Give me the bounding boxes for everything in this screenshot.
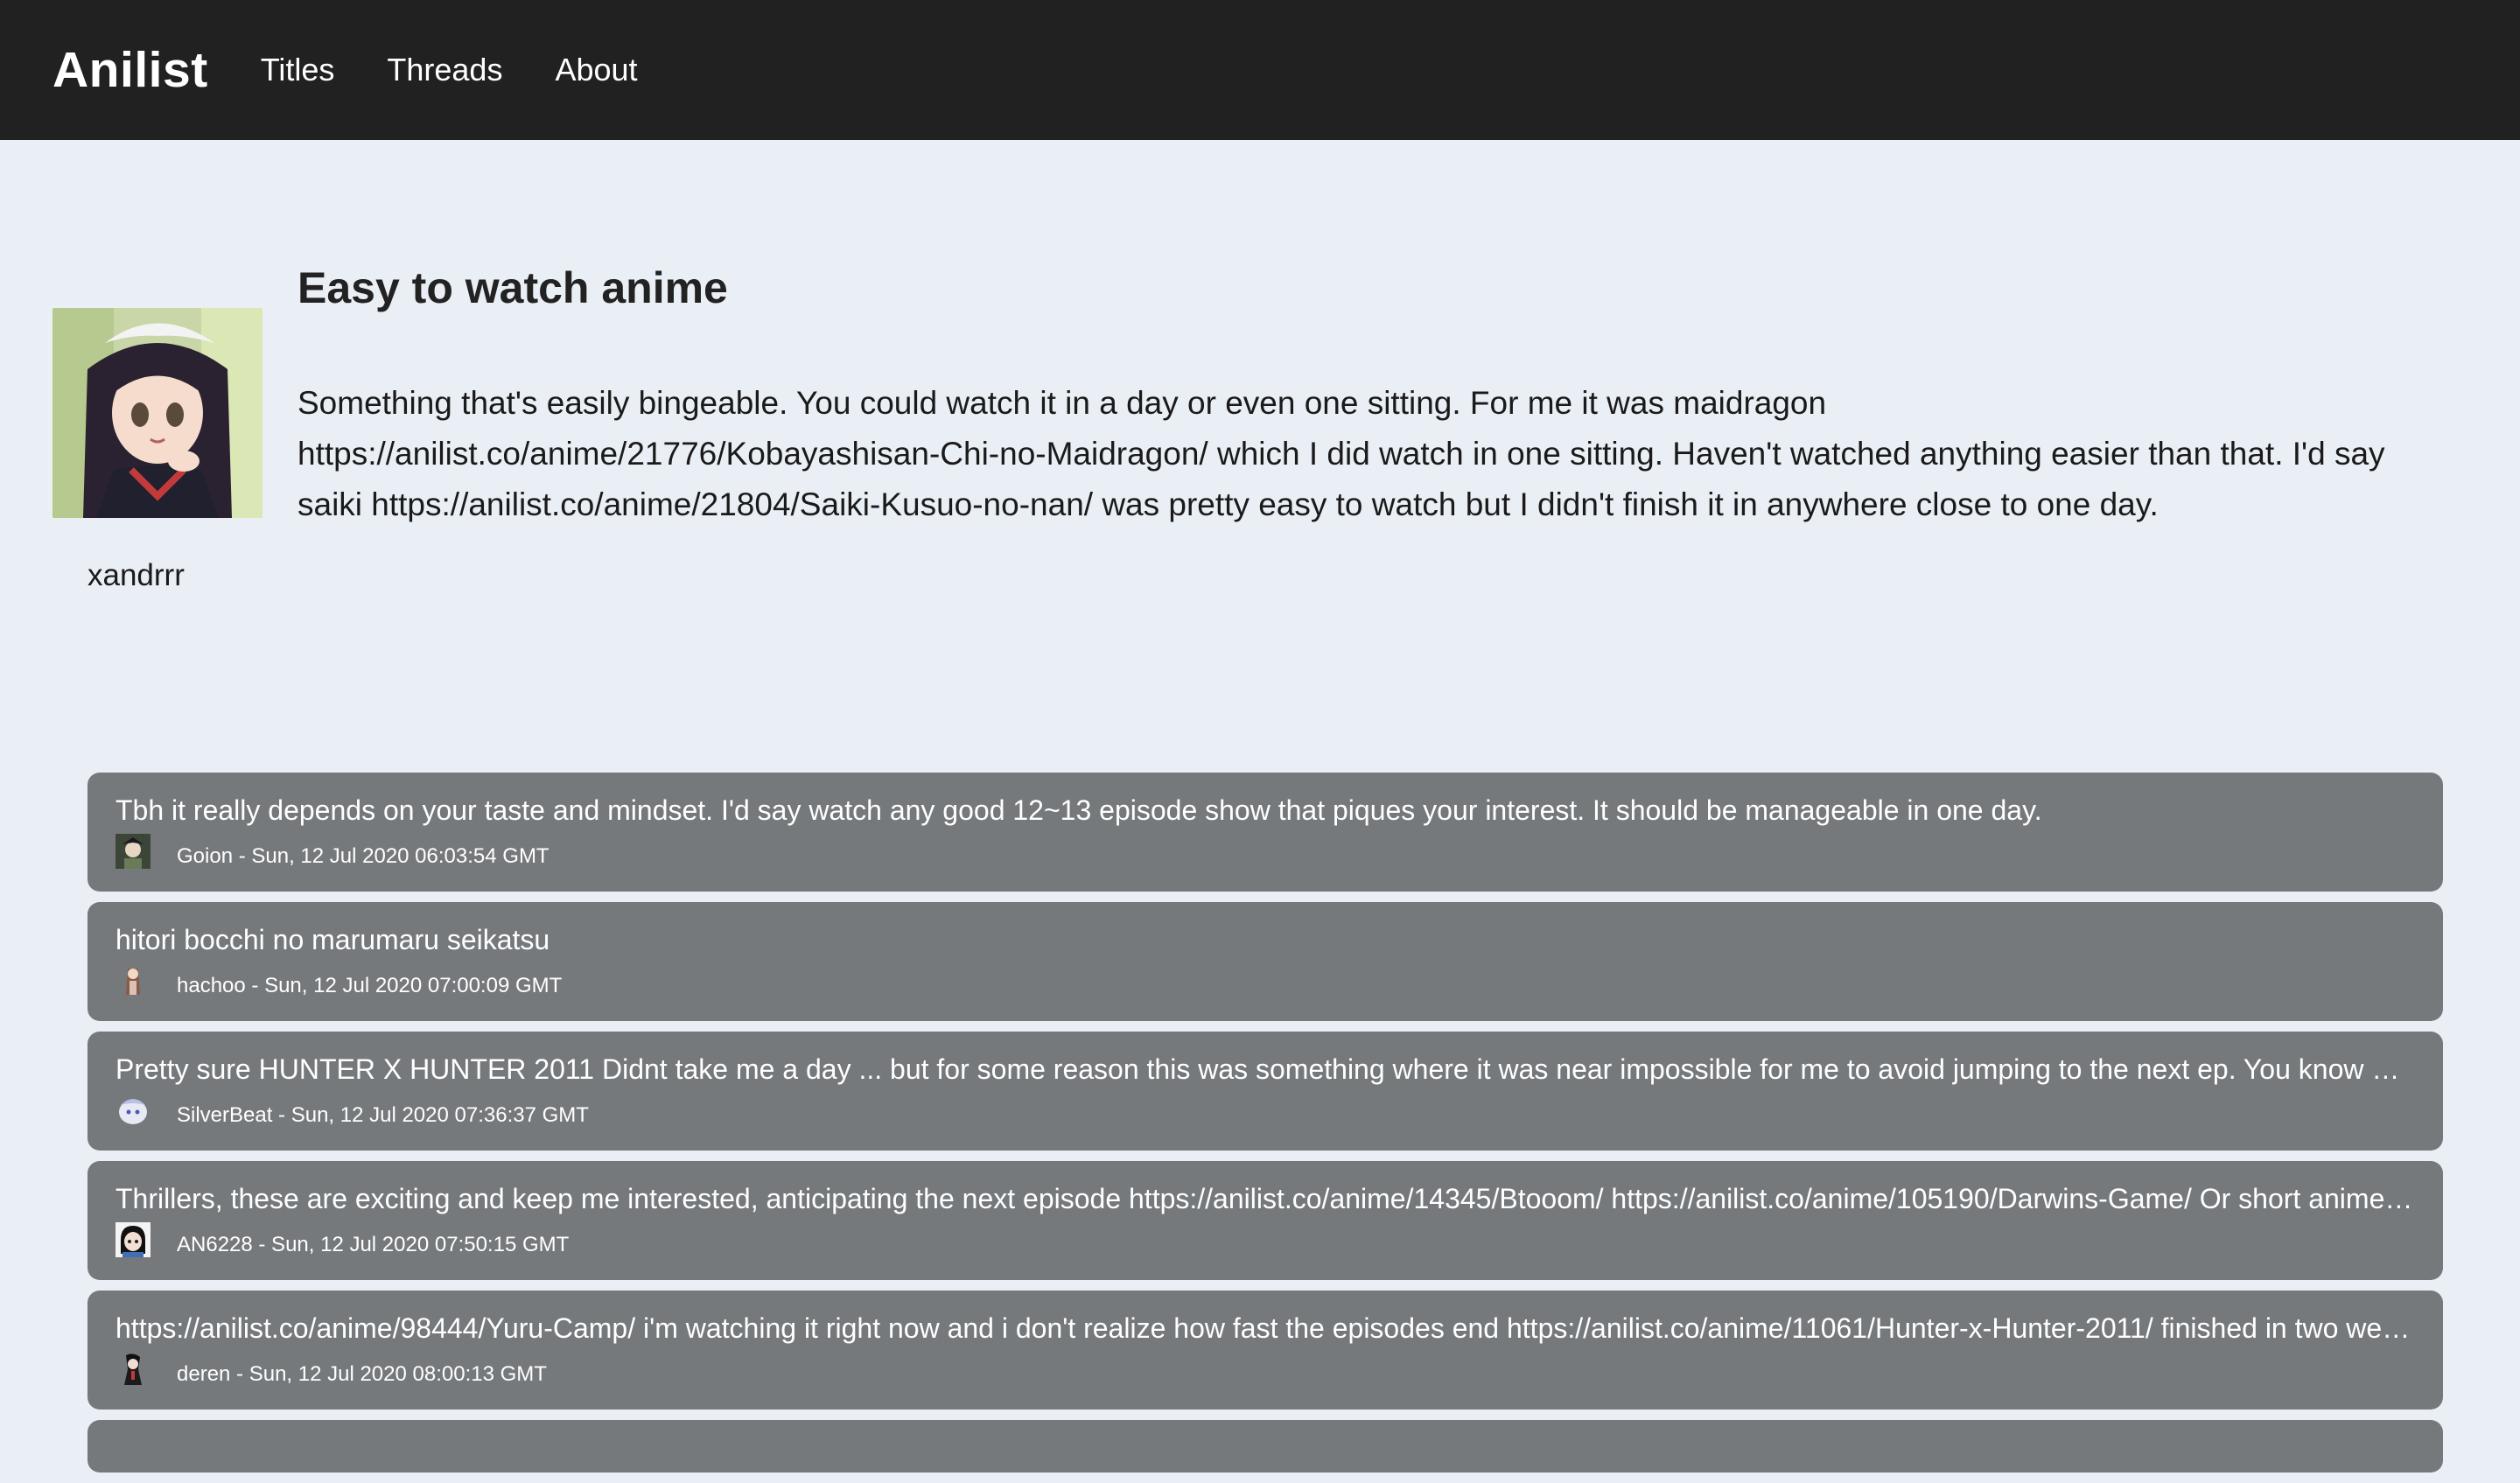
thread-author-avatar[interactable] xyxy=(52,308,262,518)
anime-girl-avatar-image xyxy=(52,308,262,518)
commenter-avatar-icon xyxy=(116,834,150,869)
commenter-avatar-icon xyxy=(116,963,150,998)
comment-meta: hachoo - Sun, 12 Jul 2020 07:00:09 GMT xyxy=(116,962,562,1005)
comment-card[interactable]: hitori bocchi no marumaru seikatsu hacho… xyxy=(88,902,2443,1021)
comment-card[interactable]: Tbh it really depends on your taste and … xyxy=(88,773,2443,892)
comment-card[interactable]: Pretty sure HUNTER X HUNTER 2011 Didnt t… xyxy=(88,1032,2443,1151)
brand-logo-link[interactable]: Anilist xyxy=(52,41,208,99)
comment-author-date: hachoo - Sun, 12 Jul 2020 07:00:09 GMT xyxy=(177,974,563,997)
commenter-avatar-icon xyxy=(116,1093,150,1128)
nav-link-threads[interactable]: Threads xyxy=(387,52,502,88)
comment-meta: SilverBeat - Sun, 12 Jul 2020 07:36:37 G… xyxy=(116,1091,589,1135)
comment-text: https://anilist.co/anime/98444/Yuru-Camp… xyxy=(116,1312,2411,1344)
comment-author-date: deren - Sun, 12 Jul 2020 08:00:13 GMT xyxy=(177,1362,547,1386)
thread-title: Easy to watch anime xyxy=(298,263,728,312)
comment-author-date: SilverBeat - Sun, 12 Jul 2020 07:36:37 G… xyxy=(177,1103,589,1127)
comment-card[interactable] xyxy=(88,1420,2443,1473)
comment-author-date: AN6228 - Sun, 12 Jul 2020 07:50:15 GMT xyxy=(177,1233,570,1256)
nav-link-titles[interactable]: Titles xyxy=(261,52,335,88)
thread-body: Something that's easily bingeable. You c… xyxy=(298,385,2385,522)
top-navbar: Anilist Titles Threads About xyxy=(0,0,2520,140)
comment-author-date: Goion - Sun, 12 Jul 2020 06:03:54 GMT xyxy=(177,844,550,868)
nav-link-about[interactable]: About xyxy=(555,52,637,88)
comment-list: Tbh it really depends on your taste and … xyxy=(88,773,2443,1483)
comment-text: Pretty sure HUNTER X HUNTER 2011 Didnt t… xyxy=(116,1053,2400,1085)
thread-author-name[interactable]: xandrrr xyxy=(88,558,185,593)
comment-text: Tbh it really depends on your taste and … xyxy=(116,794,2042,826)
comment-card[interactable]: https://anilist.co/anime/98444/Yuru-Camp… xyxy=(88,1291,2443,1410)
comment-meta: AN6228 - Sun, 12 Jul 2020 07:50:15 GMT xyxy=(116,1221,569,1264)
comment-text: hitori bocchi no marumaru seikatsu xyxy=(116,924,550,955)
comment-meta: Goion - Sun, 12 Jul 2020 06:03:54 GMT xyxy=(116,832,550,876)
comment-card[interactable]: Thrillers, these are exciting and keep m… xyxy=(88,1161,2443,1280)
comment-meta: deren - Sun, 12 Jul 2020 08:00:13 GMT xyxy=(116,1350,547,1394)
commenter-avatar-icon xyxy=(116,1222,150,1257)
comment-text: Thrillers, these are exciting and keep m… xyxy=(116,1183,2413,1214)
commenter-avatar-icon xyxy=(116,1352,150,1387)
